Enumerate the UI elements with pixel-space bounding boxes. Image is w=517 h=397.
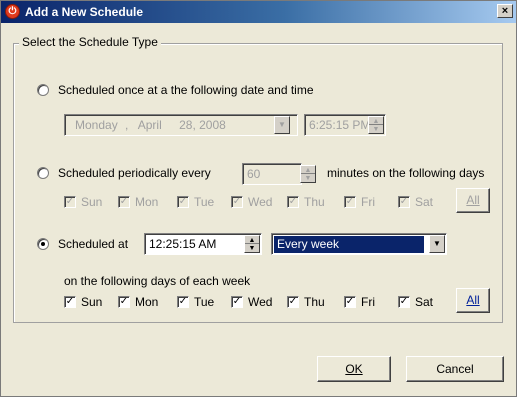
scheduled-at-label: Scheduled at — [58, 237, 129, 251]
ok-label: OK — [345, 362, 363, 376]
day-wed-checkbox[interactable]: ✓ — [231, 296, 243, 308]
scheduled-once-label: Scheduled once at a the following date a… — [58, 83, 314, 97]
periodic-day-sat-checkbox[interactable]: ✓ — [398, 196, 410, 208]
period-minutes-value: 60 — [247, 167, 261, 181]
frequency-dropdown-icon[interactable]: ▼ — [429, 235, 445, 253]
periodic-all-button[interactable]: All — [456, 188, 490, 213]
day-sat-label: Sat — [415, 295, 434, 309]
date-weekday: Monday — [75, 118, 118, 132]
frequency-selected-value: Every week — [274, 236, 424, 253]
date-day-year: 28, 2008 — [179, 118, 226, 132]
day-sat-checkbox[interactable]: ✓ — [398, 296, 410, 308]
radio-scheduled-periodically[interactable] — [37, 167, 49, 179]
once-date-picker[interactable]: Monday , April 28, 2008 — [64, 114, 298, 136]
days-caption: on the following days of each week — [64, 274, 251, 288]
periodic-day-fri-label: Fri — [361, 195, 375, 209]
period-minutes-field[interactable]: 60 — [242, 163, 302, 185]
periodic-day-fri-checkbox[interactable]: ✓ — [344, 196, 356, 208]
cancel-label: Cancel — [436, 362, 474, 376]
day-mon-checkbox[interactable]: ✓ — [118, 296, 130, 308]
day-tue-checkbox[interactable]: ✓ — [177, 296, 189, 308]
periodic-day-tue-label: Tue — [194, 195, 215, 209]
day-fri-label: Fri — [361, 295, 375, 309]
day-fri-checkbox[interactable]: ✓ — [344, 296, 356, 308]
scheduled-at-all-label: All — [466, 293, 480, 307]
periodic-day-mon-label: Mon — [135, 195, 159, 209]
scheduled-at-time-value: 12:25:15 AM — [149, 237, 217, 251]
day-mon-label: Mon — [135, 295, 159, 309]
date-separator: , — [125, 118, 129, 132]
day-tue-label: Tue — [194, 295, 215, 309]
day-wed-label: Wed — [248, 295, 273, 309]
periodic-day-sun-checkbox[interactable]: ✓ — [64, 196, 76, 208]
scheduled-at-time-spinner[interactable]: ▲ ▼ — [244, 235, 260, 253]
periodic-day-mon-checkbox[interactable]: ✓ — [118, 196, 130, 208]
periodic-day-sat-label: Sat — [415, 195, 434, 209]
schedule-type-legend: Select the Schedule Type — [19, 35, 161, 49]
periodic-all-label: All — [466, 193, 480, 207]
scheduled-periodically-label: Scheduled periodically every — [58, 166, 211, 180]
ok-button[interactable]: OK — [317, 356, 391, 382]
date-month: April — [137, 118, 162, 132]
day-thu-checkbox[interactable]: ✓ — [287, 296, 299, 308]
period-suffix-label: minutes on the following days — [327, 166, 485, 180]
cancel-button[interactable]: Cancel — [406, 356, 504, 382]
scheduled-at-all-button[interactable]: All — [456, 288, 490, 313]
day-sun-checkbox[interactable]: ✓ — [64, 296, 76, 308]
periodic-day-tue-checkbox[interactable]: ✓ — [177, 196, 189, 208]
once-time-value: 6:25:15 PM — [309, 118, 371, 132]
radio-scheduled-once[interactable] — [37, 84, 49, 96]
frequency-select[interactable]: Every week — [271, 233, 447, 255]
title-bar[interactable]: ⏻ Add a New Schedule × — [1, 1, 516, 23]
add-schedule-dialog: ⏻ Add a New Schedule × Select the Schedu… — [0, 0, 517, 397]
periodic-day-wed-label: Wed — [248, 195, 273, 209]
periodic-day-wed-checkbox[interactable]: ✓ — [231, 196, 243, 208]
periodic-day-thu-label: Thu — [304, 195, 325, 209]
date-dropdown-icon[interactable]: ▼ — [274, 116, 290, 134]
day-sun-label: Sun — [81, 295, 103, 309]
radio-scheduled-at[interactable] — [37, 238, 49, 250]
window-title: Add a New Schedule — [25, 5, 144, 19]
periodic-day-thu-checkbox[interactable]: ✓ — [287, 196, 299, 208]
close-button[interactable]: × — [497, 4, 513, 18]
once-time-spinner[interactable]: ▲ ▼ — [368, 116, 384, 134]
period-minutes-spinner[interactable]: ▲ ▼ — [300, 165, 316, 183]
day-thu-label: Thu — [304, 295, 325, 309]
periodic-day-sun-label: Sun — [81, 195, 103, 209]
schedule-app-icon: ⏻ — [5, 4, 20, 19]
